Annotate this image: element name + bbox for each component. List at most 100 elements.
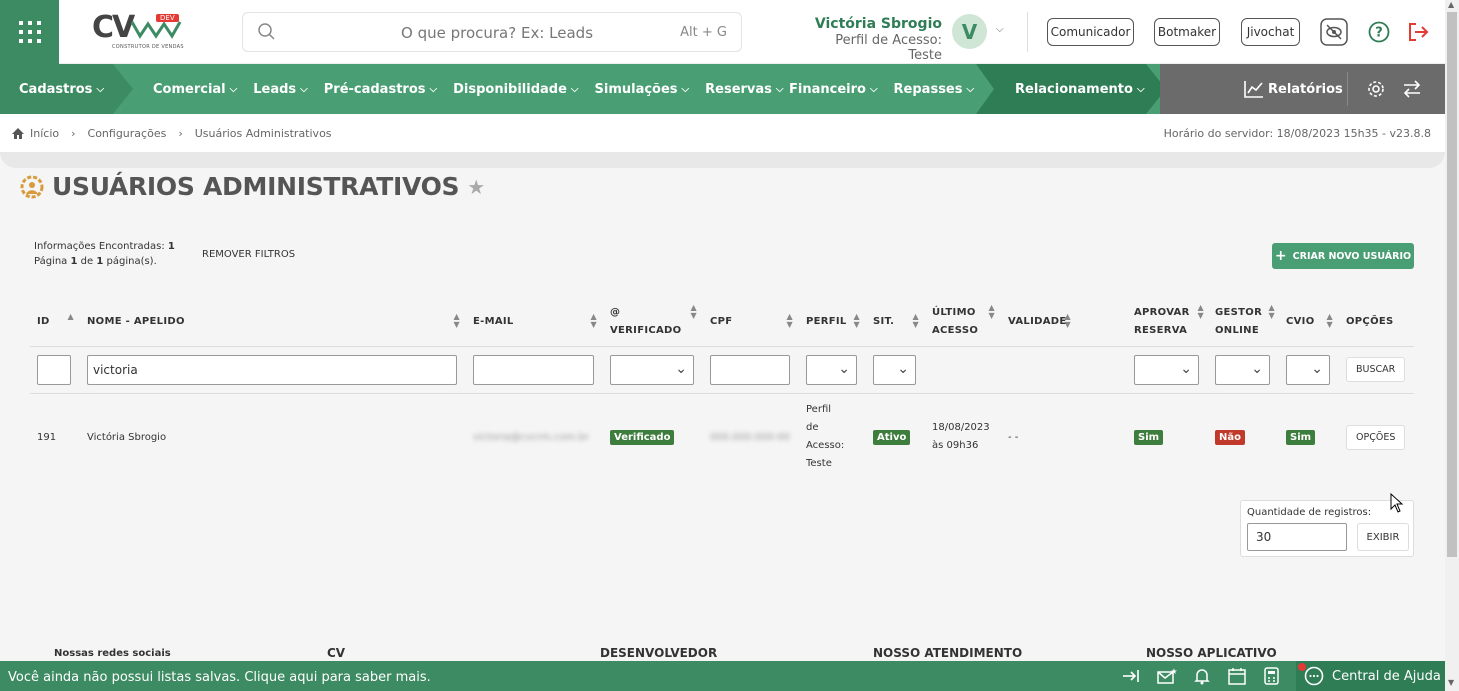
col-perfil[interactable]: PERFIL ▲ ▼ (799, 298, 866, 347)
avatar[interactable]: V (952, 14, 987, 49)
filter-cpf-input[interactable] (710, 354, 790, 385)
settings-button[interactable] (1366, 64, 1386, 114)
breadcrumb-inicio[interactable]: Início (30, 127, 59, 140)
col-aprovar-reserva[interactable]: APROVAR RESERVA ▲ ▼ (1127, 298, 1208, 347)
nav-cadastros[interactable]: Cadastros ⌵ (19, 64, 120, 114)
server-time: Horário do servidor: 18/08/2023 15h35 - … (1163, 127, 1431, 140)
mail-star-icon[interactable]: ★ (1157, 667, 1177, 685)
user-gear-icon (20, 175, 44, 198)
cell-nome[interactable]: Victória Sbrogio (80, 393, 466, 481)
logo[interactable]: CV DEV CONSTRUTOR DE VENDAS (92, 10, 187, 54)
nav-repasses[interactable]: Repasses ⌵ (894, 82, 975, 97)
nav-disponibilidade[interactable]: Disponibilidade ⌵ (453, 82, 578, 97)
filter-nome-input[interactable]: victoria (87, 354, 457, 385)
bell-icon[interactable] (1194, 667, 1210, 685)
scroll-up-icon[interactable]: ▲ (1448, 0, 1454, 9)
filter-gestor-select[interactable] (1215, 354, 1270, 385)
nav-label: Pré-cadastros (323, 81, 426, 97)
help-center-label: Central de Ajuda (1332, 668, 1441, 684)
breadcrumb: Início › Configurações › Usuários Admini… (0, 114, 1445, 154)
switch-button[interactable] (1402, 64, 1422, 114)
nav-label: Leads (253, 81, 297, 97)
perfil-text: Acesso: (806, 440, 845, 452)
divider (1347, 72, 1348, 106)
search-placeholder: O que procura? Ex: Leads (401, 24, 594, 42)
header-label: SIT. (873, 315, 895, 327)
nav-cadastros-label: Cadastros (19, 81, 93, 97)
chevron-down-icon[interactable]: ⌵ (996, 24, 1004, 35)
quantity-input[interactable]: 30 (1247, 523, 1347, 551)
chat-icon (1304, 666, 1324, 686)
page-scrollbar[interactable]: ▲ ▼ (1445, 0, 1459, 691)
breadcrumb-configuracoes[interactable]: Configurações (88, 127, 167, 140)
help-center-button[interactable]: Central de Ajuda (1296, 661, 1445, 691)
calendar-icon[interactable] (1228, 667, 1246, 685)
cell-perfil: Perfil de Acesso: Teste (799, 393, 866, 481)
grid-icon (18, 21, 41, 43)
perfil-text: de (806, 422, 819, 434)
calculator-icon[interactable] (1264, 667, 1279, 685)
filter-perfil-select[interactable] (806, 354, 857, 385)
comunicador-button[interactable]: Comunicador (1047, 18, 1134, 46)
nav-financeiro[interactable]: Financeiro ⌵ (789, 82, 878, 97)
nav-relatorios[interactable]: Relatórios (1244, 64, 1343, 114)
cell-id: 191 (37, 431, 57, 443)
nav-simulacoes[interactable]: Simulações ⌵ (595, 82, 690, 97)
nav-leads[interactable]: Leads ⌵ (253, 82, 308, 97)
col-id[interactable]: ID ▲ (30, 298, 80, 347)
buscar-button[interactable]: BUSCAR (1346, 357, 1406, 382)
filter-cvio-select[interactable] (1286, 354, 1330, 385)
header-label: CVIO (1286, 315, 1315, 327)
arrow-right-bar-icon[interactable] (1122, 669, 1140, 683)
sort-icon: ▲ ▼ (988, 303, 995, 320)
remove-filters-button[interactable]: REMOVER FILTROS (202, 249, 295, 260)
global-search[interactable]: O que procura? Ex: Leads Alt + G (242, 12, 742, 52)
chevron-down-icon: ⌵ (1136, 83, 1145, 95)
filter-id-input[interactable] (37, 354, 71, 385)
nav-group-main: Comercial ⌵ Leads ⌵ Pré-cadastros ⌵ Disponi… (153, 64, 800, 114)
exibir-button[interactable]: EXIBIR (1357, 523, 1409, 551)
star-icon[interactable]: ★ (467, 175, 485, 199)
col-validade[interactable]: VALIDADE ▲ ▼ (1001, 298, 1127, 347)
perfil-text: Teste (806, 458, 832, 470)
col-email[interactable]: E-MAIL ▲ ▼ (466, 298, 603, 347)
scrollbar-thumb[interactable] (1447, 12, 1457, 557)
logout-button[interactable] (1405, 18, 1433, 46)
filter-sit-select[interactable] (873, 354, 916, 385)
user-info[interactable]: Victória Sbrogio Perfil de Acesso: Teste (800, 16, 942, 63)
col-gestor-online[interactable]: GESTOR ONLINE ▲ ▼ (1208, 298, 1279, 347)
header-label: RESERVA (1134, 324, 1188, 336)
col-sit[interactable]: SIT. ▲ ▼ (866, 298, 925, 347)
footer-app: NOSSO APLICATIVO (1146, 646, 1277, 660)
scroll-down-icon[interactable]: ▼ (1448, 678, 1454, 687)
botmaker-button[interactable]: Botmaker (1154, 18, 1220, 46)
svg-text:★: ★ (1170, 667, 1177, 676)
filter-verificado-select[interactable] (610, 354, 694, 385)
hide-values-button[interactable] (1320, 18, 1348, 46)
help-button[interactable]: ? (1365, 18, 1393, 46)
jivochat-button[interactable]: Jivochat (1241, 18, 1300, 46)
question-icon: ? (1368, 21, 1390, 43)
nav-pre-cadastros[interactable]: Pré-cadastros ⌵ (324, 82, 437, 97)
col-ultimo-acesso[interactable]: ÚLTIMO ACESSO ▲ ▼ (925, 298, 1001, 347)
home-icon (12, 128, 24, 139)
filter-email-input[interactable] (473, 354, 594, 385)
filter-aprovar-select[interactable] (1134, 354, 1199, 385)
users-table: ID ▲ NOME - APELIDO ▲ ▼ E-MAIL ▲ ▼ @ VERIFICAD… (30, 298, 1414, 481)
arrows-swap-icon (1403, 80, 1421, 98)
col-cpf[interactable]: CPF ▲ ▼ (703, 298, 799, 347)
col-cvio[interactable]: CVIO ▲ ▼ (1279, 298, 1339, 347)
col-nome[interactable]: NOME - APELIDO ▲ ▼ (80, 298, 466, 347)
header-label: GESTOR (1215, 306, 1263, 318)
nav-relacionamento[interactable]: Relacionamento ⌵ (1015, 64, 1161, 114)
app-grid-button[interactable] (0, 0, 59, 64)
row-options-button[interactable]: OPÇÕES (1346, 424, 1406, 450)
nav-comercial[interactable]: Comercial ⌵ (153, 82, 237, 97)
nav-label: Disponibilidade (453, 81, 567, 97)
nav-reservas[interactable]: Reservas ⌵ (705, 82, 783, 97)
create-user-button[interactable]: + CRIAR NOVO USUÁRIO (1272, 243, 1414, 269)
col-verificado[interactable]: @ VERIFICADO ▲ ▼ (603, 298, 703, 347)
page-title: USUÁRIOS ADMINISTRATIVOS (52, 172, 460, 201)
saved-lists-link[interactable]: Você ainda não possui listas salvas. Cli… (8, 670, 431, 685)
status-badge: Sim (1286, 429, 1316, 445)
